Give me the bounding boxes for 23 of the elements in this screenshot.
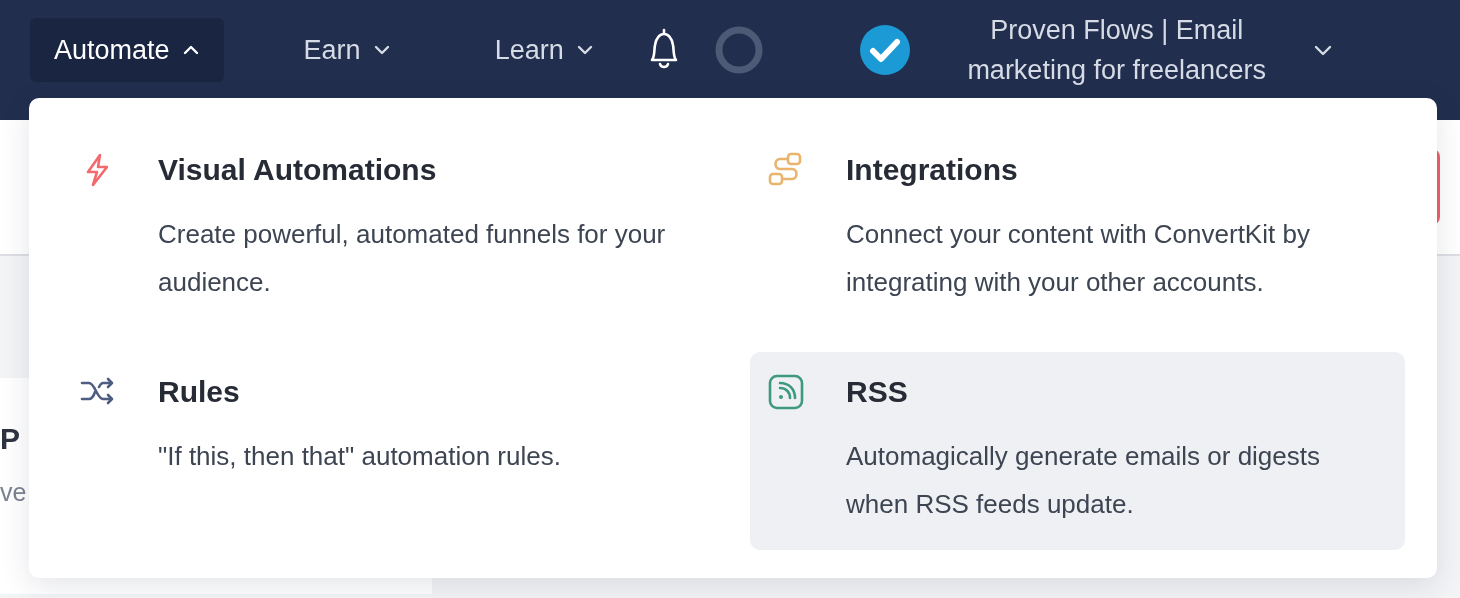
account-menu-button[interactable]: Proven Flows | Email marketing for freelancers	[946, 10, 1333, 90]
menu-item[interactable]: Visual Automations Create powerful, automated funnels for your audience.	[62, 130, 720, 328]
menu-item-description: "If this, then that" automation rules.	[158, 440, 561, 473]
card-title: P	[0, 422, 20, 456]
loading-ring-icon	[713, 25, 764, 75]
chevron-down-icon	[1312, 43, 1333, 57]
menu-item-title: Visual Automations	[158, 152, 438, 188]
menu-item[interactable]: RSS Automagically generate emails or digests when RSS feeds update.	[750, 352, 1405, 550]
avatar-check-icon	[858, 24, 911, 76]
cable-icon	[768, 152, 804, 188]
menu-item-description: Create powerful, automated funnels for your audience.	[158, 218, 667, 299]
menu-item[interactable]: Rules "If this, then that" automation rules.	[62, 352, 720, 550]
menu-item-title: Integrations	[846, 152, 1019, 188]
card-subtitle: ve	[0, 478, 27, 507]
menu-item-title: Rules	[158, 374, 241, 410]
nav-menu-button[interactable]: Automate	[30, 18, 224, 82]
menu-item[interactable]: Integrations Connect your content with ConvertKit by integrating with your other accounts.	[750, 130, 1405, 328]
rss-icon	[768, 374, 804, 410]
menu-item-description: Automagically generate emails or digests when RSS feeds update.	[846, 440, 1322, 521]
nav-menu-button[interactable]: Learn	[470, 18, 618, 82]
menu-item-title: RSS	[846, 374, 909, 410]
menu-item-description: Connect your content with ConvertKit by integrating with your other accounts.	[846, 218, 1311, 299]
nav-menu-button[interactable]: Earn	[279, 18, 415, 82]
